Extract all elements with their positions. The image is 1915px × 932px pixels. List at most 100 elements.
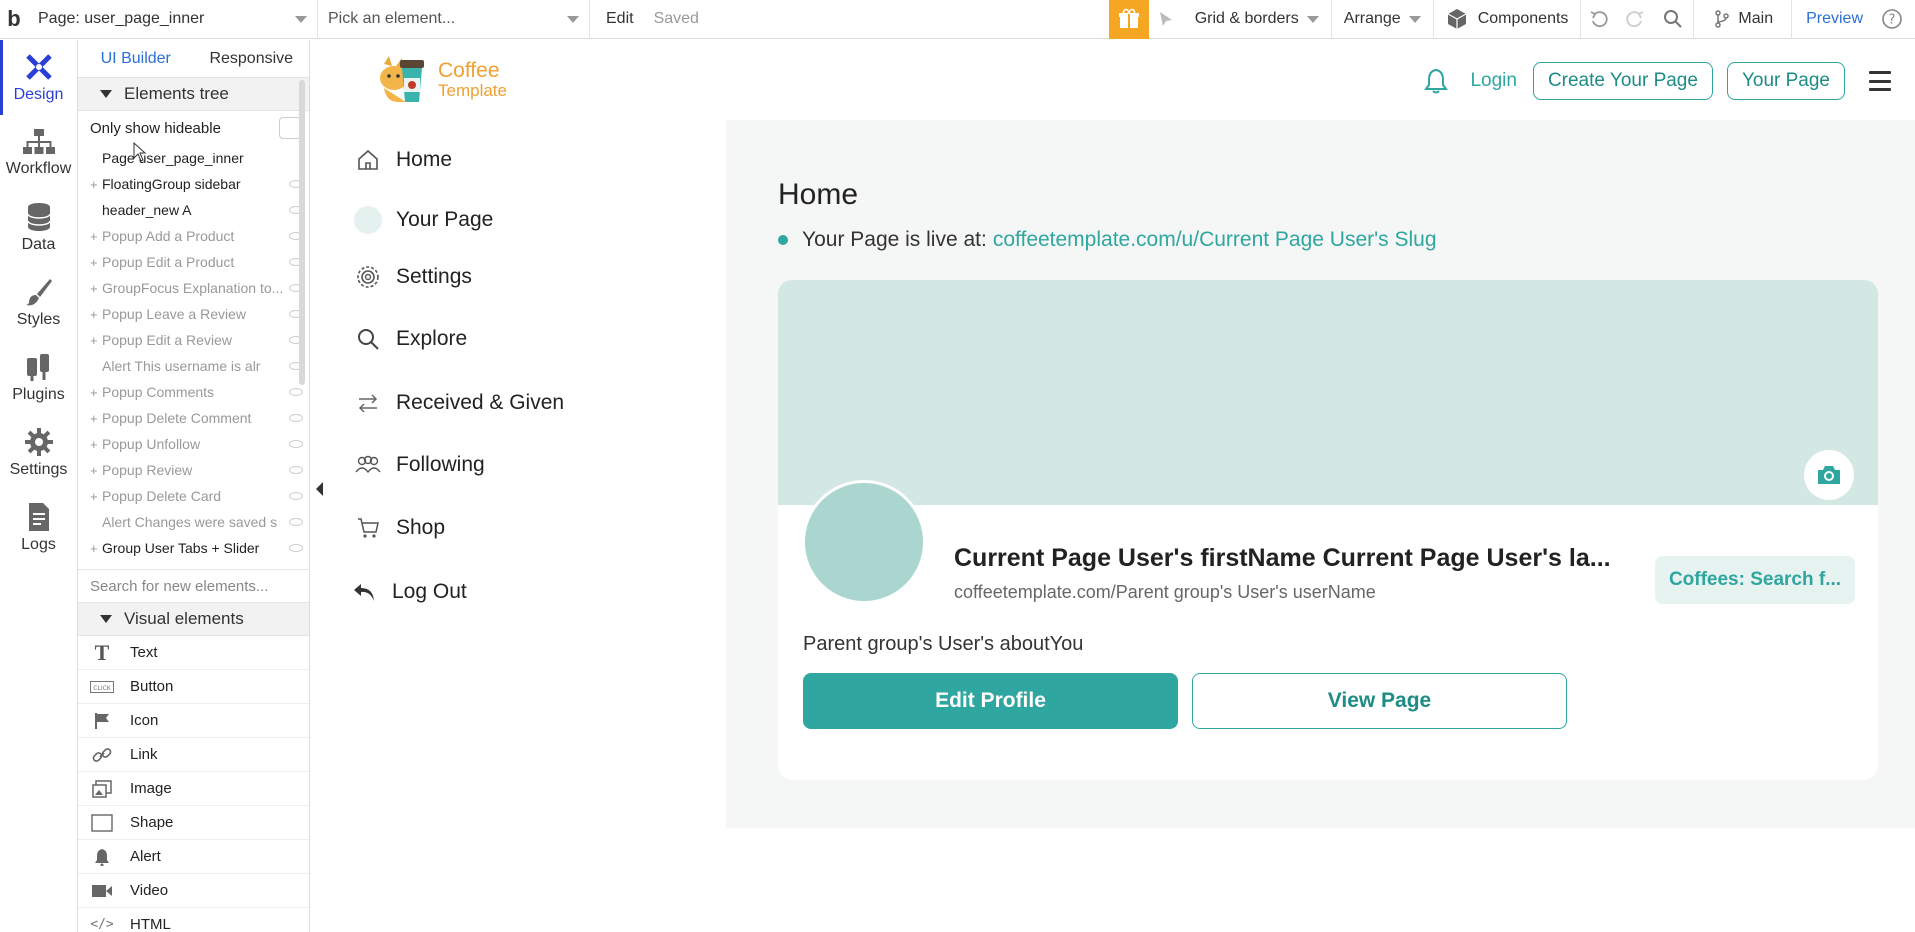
gear-icon (354, 264, 382, 290)
tree-row[interactable]: + Popup Edit a Review (78, 327, 309, 353)
panel-scrollbar[interactable] (299, 80, 305, 385)
search-button[interactable] (1653, 0, 1695, 39)
visual-element-html[interactable]: </> HTML (78, 908, 309, 932)
tree-row[interactable]: + Popup Unfollow (78, 431, 309, 457)
tree-row[interactable]: Alert This username is alr (78, 353, 309, 379)
collapse-panel-icon[interactable] (316, 482, 323, 496)
eye-icon[interactable] (289, 544, 303, 552)
tree-row[interactable]: + Group User Tabs + Slider (78, 535, 309, 561)
nav-your-page[interactable]: Your Page (354, 206, 493, 234)
expand-plus-icon[interactable]: + (90, 411, 102, 426)
branch-selector[interactable]: Main (1694, 0, 1793, 39)
tree-row[interactable]: + Popup Add a Product (78, 223, 309, 249)
edit-profile-button[interactable]: Edit Profile (803, 673, 1178, 729)
live-page-link[interactable]: coffeetemplate.com/u/Current Page User's… (993, 228, 1437, 252)
components-button[interactable]: Components (1434, 0, 1582, 39)
element-picker[interactable]: Pick an element... (318, 0, 590, 39)
edit-menu[interactable]: Edit (590, 0, 644, 39)
nav-home[interactable]: Home (354, 148, 452, 172)
bell-icon[interactable] (1424, 68, 1449, 94)
arrange-label: Arrange (1343, 10, 1401, 27)
eye-icon[interactable] (289, 518, 303, 526)
search-new-elements-input[interactable]: Search for new elements... (78, 569, 309, 603)
brand-logo[interactable]: Coffee Template (376, 54, 507, 106)
elements-tree-header[interactable]: Elements tree (78, 78, 309, 111)
tab-ui-builder[interactable]: UI Builder (78, 40, 194, 77)
gift-button[interactable] (1108, 0, 1149, 39)
profile-avatar[interactable] (802, 480, 926, 604)
tree-row[interactable]: + GroupFocus Explanation to... (78, 275, 309, 301)
arrange-menu[interactable]: Arrange (1332, 0, 1434, 39)
login-link[interactable]: Login (1470, 70, 1517, 92)
rail-item-plugins[interactable]: Plugins (0, 340, 77, 415)
hamburger-menu-icon[interactable] (1869, 71, 1891, 91)
visual-element-link[interactable]: Link (78, 738, 309, 772)
undo-button[interactable] (1581, 0, 1617, 39)
page-selector[interactable]: Page: user_page_inner (28, 0, 318, 39)
nav-explore[interactable]: Explore (354, 327, 467, 351)
nav-following[interactable]: Following (354, 453, 485, 477)
nav-received-given[interactable]: Received & Given (354, 391, 564, 415)
only-hideable-checkbox[interactable] (279, 117, 301, 139)
eye-icon[interactable] (289, 440, 303, 448)
expand-plus-icon[interactable]: + (90, 333, 102, 348)
nav-shop[interactable]: Shop (354, 516, 445, 540)
tab-responsive[interactable]: Responsive (194, 40, 310, 77)
create-page-button[interactable]: Create Your Page (1532, 62, 1713, 100)
tree-row[interactable]: Page user_page_inner (78, 145, 309, 171)
expand-plus-icon[interactable]: + (90, 255, 102, 270)
visual-element-label: Video (130, 882, 169, 899)
rail-item-design[interactable]: Design (0, 40, 77, 115)
expand-plus-icon[interactable]: + (90, 463, 102, 478)
expand-plus-icon[interactable]: + (90, 489, 102, 504)
expand-plus-icon[interactable]: + (90, 229, 102, 244)
eye-icon[interactable] (289, 492, 303, 500)
help-button[interactable]: ? (1877, 0, 1915, 39)
nav-settings[interactable]: Settings (354, 264, 472, 290)
eye-icon[interactable] (289, 466, 303, 474)
eye-icon[interactable] (289, 414, 303, 422)
coffees-button[interactable]: Coffees: Search f... (1655, 556, 1855, 604)
caret-down-icon (100, 90, 112, 98)
tree-row[interactable]: + Popup Edit a Product (78, 249, 309, 275)
expand-plus-icon[interactable]: + (90, 541, 102, 556)
expand-plus-icon[interactable]: + (90, 437, 102, 452)
rail-item-data[interactable]: Data (0, 190, 77, 265)
visual-element-image[interactable]: Image (78, 772, 309, 806)
tree-row[interactable]: + Popup Delete Card (78, 483, 309, 509)
visual-element-icon[interactable]: Icon (78, 704, 309, 738)
change-cover-button[interactable] (1804, 450, 1854, 500)
tree-row[interactable]: + Popup Delete Comment (78, 405, 309, 431)
visual-element-button[interactable]: CLICK Button (78, 670, 309, 704)
tree-row[interactable]: + Popup Comments (78, 379, 309, 405)
tree-row[interactable]: Alert Changes were saved s (78, 509, 309, 535)
people-icon (354, 454, 382, 476)
grid-borders-menu[interactable]: Grid & borders (1183, 0, 1332, 39)
visual-elements-header[interactable]: Visual elements (78, 603, 309, 636)
visual-element-video[interactable]: Video (78, 874, 309, 908)
tree-row[interactable]: header_new A (78, 197, 309, 223)
rail-item-logs[interactable]: Logs (0, 490, 77, 565)
expand-plus-icon[interactable]: + (90, 307, 102, 322)
nav-log-out[interactable]: Log Out (350, 580, 467, 604)
rail-item-styles[interactable]: Styles (0, 265, 77, 340)
eye-icon[interactable] (289, 388, 303, 396)
inspect-button[interactable] (1149, 0, 1183, 39)
visual-element-alert[interactable]: Alert (78, 840, 309, 874)
rail-item-workflow[interactable]: Workflow (0, 115, 77, 190)
tree-row[interactable]: + Popup Leave a Review (78, 301, 309, 327)
rail-item-settings[interactable]: Settings (0, 415, 77, 490)
visual-element-text[interactable]: T Text (78, 636, 309, 670)
tree-row[interactable]: + FloatingGroup sidebar (78, 171, 309, 197)
preview-button[interactable]: Preview (1792, 0, 1877, 39)
expand-plus-icon[interactable]: + (90, 385, 102, 400)
expand-plus-icon[interactable]: + (90, 281, 102, 296)
bubble-logo[interactable]: b (0, 0, 28, 39)
tree-row[interactable]: + Popup Review (78, 457, 309, 483)
view-page-button[interactable]: View Page (1192, 673, 1567, 729)
your-page-button[interactable]: Your Page (1726, 62, 1845, 100)
visual-element-shape[interactable]: Shape (78, 806, 309, 840)
tree-row-label: Popup Add a Product (102, 228, 235, 244)
redo-button[interactable] (1617, 0, 1653, 39)
expand-plus-icon[interactable]: + (90, 177, 102, 192)
